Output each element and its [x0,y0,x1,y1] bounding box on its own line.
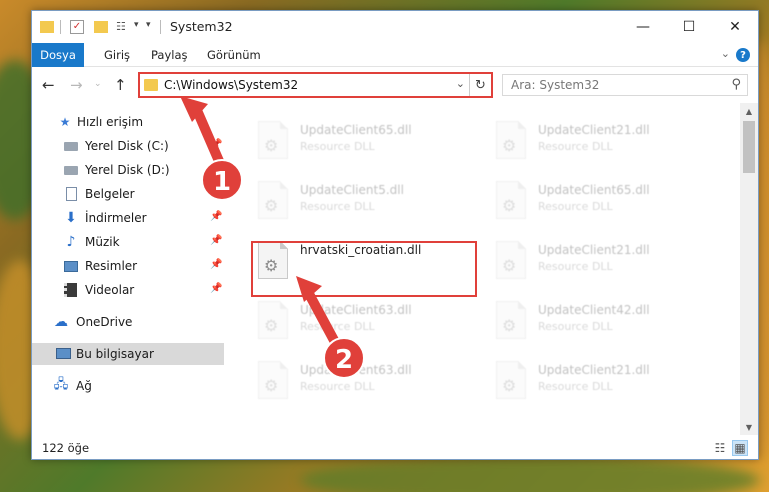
chevron-down-icon[interactable]: ⌄ [94,79,102,89]
sidebar-item-videos[interactable]: Videolar 📌 [32,279,224,301]
scroll-down-icon[interactable]: ▼ [740,419,758,435]
chevron-down-icon[interactable]: ⌄ [721,47,730,60]
maximize-button[interactable]: ☐ [666,11,712,43]
star-icon: ★ [59,115,71,129]
scrollbar-thumb[interactable] [743,121,755,173]
properties-icon[interactable]: ✓ [70,20,84,34]
sidebar-item-documents[interactable]: Belgeler 📌 [32,183,224,205]
back-arrow-icon[interactable]: ← [42,76,55,94]
forward-arrow-icon[interactable]: → [70,76,83,94]
file-item[interactable]: ⚙ UpdateClient21.dll Resource DLL [488,355,718,411]
refresh-icon[interactable]: ↻ [469,74,491,96]
address-path[interactable]: C:\Windows\System32 [164,78,298,92]
sidebar-item-downloads[interactable]: ⬇ İndirmeler 📌 [32,207,224,229]
dll-file-icon: ⚙ [258,301,288,339]
cloud-icon: ☁ [54,314,68,330]
file-item[interactable]: ⚙ UpdateClient63.dll Resource DLL [250,355,480,411]
up-arrow-icon[interactable]: ↑ [114,76,127,94]
file-highlight-box [251,241,477,297]
dll-file-icon: ⚙ [496,241,526,279]
chevron-down-icon[interactable]: ▾ [146,20,151,36]
dll-file-icon: ⚙ [496,121,526,159]
item-count: 122 öğe [42,441,90,455]
chevron-down-icon[interactable]: ⌄ [456,77,465,90]
music-icon: ♪ [66,234,76,250]
dll-file-icon: ⚙ [258,181,288,219]
sidebar-item-network[interactable]: 🖧 Ağ [32,375,224,397]
drive-icon [64,142,78,151]
close-button[interactable]: ✕ [712,11,758,43]
pin-icon: 📌 [210,139,223,150]
folder-icon [40,21,54,33]
pin-icon: 📌 [210,187,223,198]
view-options-icon[interactable]: ☷ [116,20,130,34]
details-view-icon[interactable]: ☷ [712,440,728,456]
file-item[interactable]: ⚙ UpdateClient65.dll Resource DLL [488,175,718,231]
quick-access-separator [60,20,61,34]
dll-file-icon: ⚙ [258,121,288,159]
dll-file-icon: ⚙ [496,301,526,339]
tab-share[interactable]: Paylaş [151,48,188,62]
scroll-up-icon[interactable]: ▲ [740,103,758,119]
file-item[interactable]: ⚙ UpdateClient63.dll Resource DLL [250,295,480,351]
sidebar-item-local-disk-c[interactable]: Yerel Disk (C:) 📌 [32,135,224,157]
window-title: System32 [170,19,233,34]
address-bar[interactable]: C:\Windows\System32 ⌄ ↻ [138,72,493,98]
status-bar: 122 öğe ☷ ▦ [32,437,758,459]
document-icon [66,187,77,201]
vertical-scrollbar[interactable]: ▲ ▼ [740,103,758,435]
dll-file-icon: ⚙ [258,361,288,399]
file-item[interactable]: ⚙ UpdateClient21.dll Resource DLL [488,235,718,291]
sidebar-item-local-disk-d[interactable]: Yerel Disk (D:) [32,159,224,181]
sidebar-item-onedrive[interactable]: ☁ OneDrive [32,311,224,333]
search-placeholder: Ara: System32 [511,78,600,92]
title-separator [160,20,161,34]
search-input[interactable]: Ara: System32 ⚲ [502,74,748,96]
large-icons-view-icon[interactable]: ▦ [732,440,748,456]
search-icon[interactable]: ⚲ [731,77,741,92]
sidebar-item-pictures[interactable]: Resimler 📌 [32,255,224,277]
download-icon: ⬇ [65,210,77,226]
tab-view[interactable]: Görünüm [207,48,261,62]
customize-toolbar-icon[interactable]: ▾ [134,20,139,36]
file-item[interactable]: ⚙ UpdateClient65.dll Resource DLL [250,115,480,171]
drive-icon [64,166,78,175]
file-item[interactable]: ⚙ UpdateClient21.dll Resource DLL [488,115,718,171]
network-icon: 🖧 [53,377,69,392]
pin-icon: 📌 [210,259,223,270]
file-item[interactable]: ⚙ UpdateClient42.dll Resource DLL [488,295,718,351]
tab-home[interactable]: Giriş [104,48,130,62]
pin-icon: 📌 [210,211,223,222]
help-icon[interactable]: ? [736,48,750,62]
sidebar-item-music[interactable]: ♪ Müzik 📌 [32,231,224,253]
minimize-button[interactable]: — [620,11,666,43]
folder-icon [144,79,158,91]
new-folder-icon[interactable] [94,21,108,33]
picture-icon [64,261,78,272]
dll-file-icon: ⚙ [496,181,526,219]
dll-file-icon: ⚙ [496,361,526,399]
tab-file[interactable]: Dosya [32,43,84,67]
pin-icon: 📌 [210,235,223,246]
desktop-background [300,455,760,492]
sidebar-item-quick-access[interactable]: ★ Hızlı erişim [32,111,224,133]
computer-icon [56,348,71,359]
explorer-window: ✓ ☷ ▾ ▾ System32 — ☐ ✕ Dosya Giriş Payla… [31,10,759,460]
pin-icon: 📌 [210,283,223,294]
title-bar: ✓ ☷ ▾ ▾ System32 — ☐ ✕ [32,11,758,43]
address-row: ← → ⌄ ↑ C:\Windows\System32 ⌄ ↻ Ara: Sys… [32,68,758,102]
file-item[interactable]: ⚙ UpdateClient5.dll Resource DLL [250,175,480,231]
ribbon: Dosya Giriş Paylaş Görünüm ⌄ ? [32,43,758,67]
sidebar-item-this-pc[interactable]: Bu bilgisayar [32,343,224,365]
video-icon [64,283,77,297]
navigation-pane: ★ Hızlı erişim Yerel Disk (C:) 📌 Yerel D… [32,103,228,435]
